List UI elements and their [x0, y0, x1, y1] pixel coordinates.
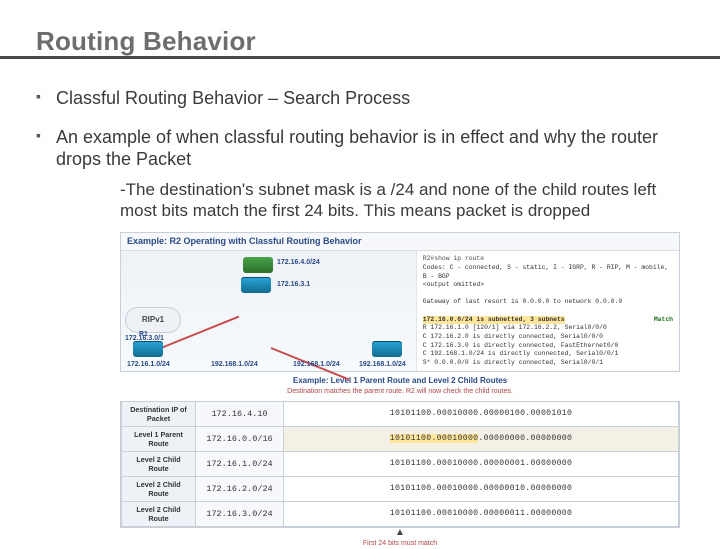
bits-b3: 10101100.00010000.00000010.00000000 [284, 477, 679, 502]
routing-table-output: R2#show ip route Codes: C - connected, S… [417, 251, 679, 371]
title-rule [0, 56, 720, 59]
bits-h2: Level 2 Child Route [122, 452, 196, 477]
sub-bullet: -The destination's subnet mask is a /24 … [120, 179, 680, 223]
topology-diagram: 172.16.4.0/24 172.16.3.1 RIPv1 172.16.3.… [121, 251, 417, 371]
bits-h3: Level 2 Child Route [122, 477, 196, 502]
bits-a2: 172.16.1.0/24 [196, 452, 284, 477]
arrow-up-icon: ▲ [120, 528, 680, 538]
figure-bits: Destination IP of Packet 172.16.4.10 101… [120, 401, 680, 528]
rip-cloud: RIPv1 [125, 307, 181, 333]
figure-top-caption: Example: R2 Operating with Classful Rout… [121, 233, 679, 251]
bullet-1: Classful Routing Behavior – Search Proce… [34, 87, 686, 110]
router-r2-icon [241, 277, 271, 293]
table-row: Level 2 Child Route 172.16.1.0/24 101011… [122, 452, 679, 477]
tty-codes2: <output omitted> [423, 281, 673, 290]
bits-b4: 10101100.00010000.00000011.00000000 [284, 502, 679, 527]
tty-parent: 172.16.0.0/24 is subnetted, 3 subnets [423, 316, 565, 325]
bullet-2: An example of when classful routing beha… [34, 126, 686, 549]
table-row: Level 2 Child Route 172.16.2.0/24 101011… [122, 477, 679, 502]
label-mid-left: 192.168.1.0/24 [211, 361, 258, 370]
router-r3-icon [372, 341, 402, 357]
label-r2-ip: 172.16.3.1 [277, 281, 310, 290]
tty-r3: C 172.16.3.0 is directly connected, Fast… [423, 342, 673, 351]
label-mid-right: 192.168.1.0/24 [293, 361, 340, 370]
table-row: Destination IP of Packet 172.16.4.10 101… [122, 402, 679, 427]
bits-a1: 172.16.0.0/16 [196, 427, 284, 452]
table-row: Level 1 Parent Route 172.16.0.0/16 10101… [122, 427, 679, 452]
figure-top: Example: R2 Operating with Classful Rout… [120, 232, 680, 372]
label-sw-net: 172.16.4.0/24 [277, 259, 320, 268]
tty-match-tag: Match [654, 316, 673, 325]
table-row: Level 2 Child Route 172.16.3.0/24 101011… [122, 502, 679, 527]
tty-r4: C 192.168.1.0/24 is directly connected, … [423, 350, 673, 359]
slide-title: Routing Behavior [36, 26, 686, 57]
bullet-2-text: An example of when classful routing beha… [56, 127, 658, 170]
bits-h0: Destination IP of Packet [122, 402, 196, 427]
bits-table: Destination IP of Packet 172.16.4.10 101… [121, 401, 679, 527]
label-r3-net: 192.168.1.0/24 [359, 361, 406, 370]
bits-h4: Level 2 Child Route [122, 502, 196, 527]
figure-mid-hint: Destination matches the parent route. R2… [120, 388, 680, 397]
tty-r2: C 172.16.2.0 is directly connected, Seri… [423, 333, 673, 342]
tty-r5: S* 0.0.0.0/0 is directly connected, Seri… [423, 359, 673, 368]
figure-wrapper: Example: R2 Operating with Classful Rout… [120, 232, 680, 549]
tty-r1: R 172.16.1.0 [120/1] via 172.16.2.2, Ser… [423, 324, 673, 333]
switch-icon [243, 257, 273, 273]
bits-b0: 10101100.00010000.00000100.00001010 [284, 402, 679, 427]
bits-a4: 172.16.3.0/24 [196, 502, 284, 527]
bullet-list: Classful Routing Behavior – Search Proce… [34, 87, 686, 549]
bits-footnote: First 24 bits must match [120, 540, 680, 549]
tty-codes1: Codes: C - connected, S - static, I - IG… [423, 264, 673, 281]
tty-header: R2#show ip route [423, 255, 673, 264]
bits-b1: 10101100.00010000.00000000.00000000 [284, 427, 679, 452]
figure-mid-caption: Example: Level 1 Parent Route and Level … [120, 376, 680, 386]
router-r1-icon [133, 341, 163, 357]
bits-h1: Level 1 Parent Route [122, 427, 196, 452]
bits-b2: 10101100.00010000.00000001.00000000 [284, 452, 679, 477]
tty-gw: Gateway of last resort is 0.0.0.0 to net… [423, 298, 673, 307]
bits-a3: 172.16.2.0/24 [196, 477, 284, 502]
label-r1-net: 172.16.1.0/24 [127, 361, 170, 370]
bits-a0: 172.16.4.10 [196, 402, 284, 427]
label-r1: R1 [139, 331, 148, 340]
